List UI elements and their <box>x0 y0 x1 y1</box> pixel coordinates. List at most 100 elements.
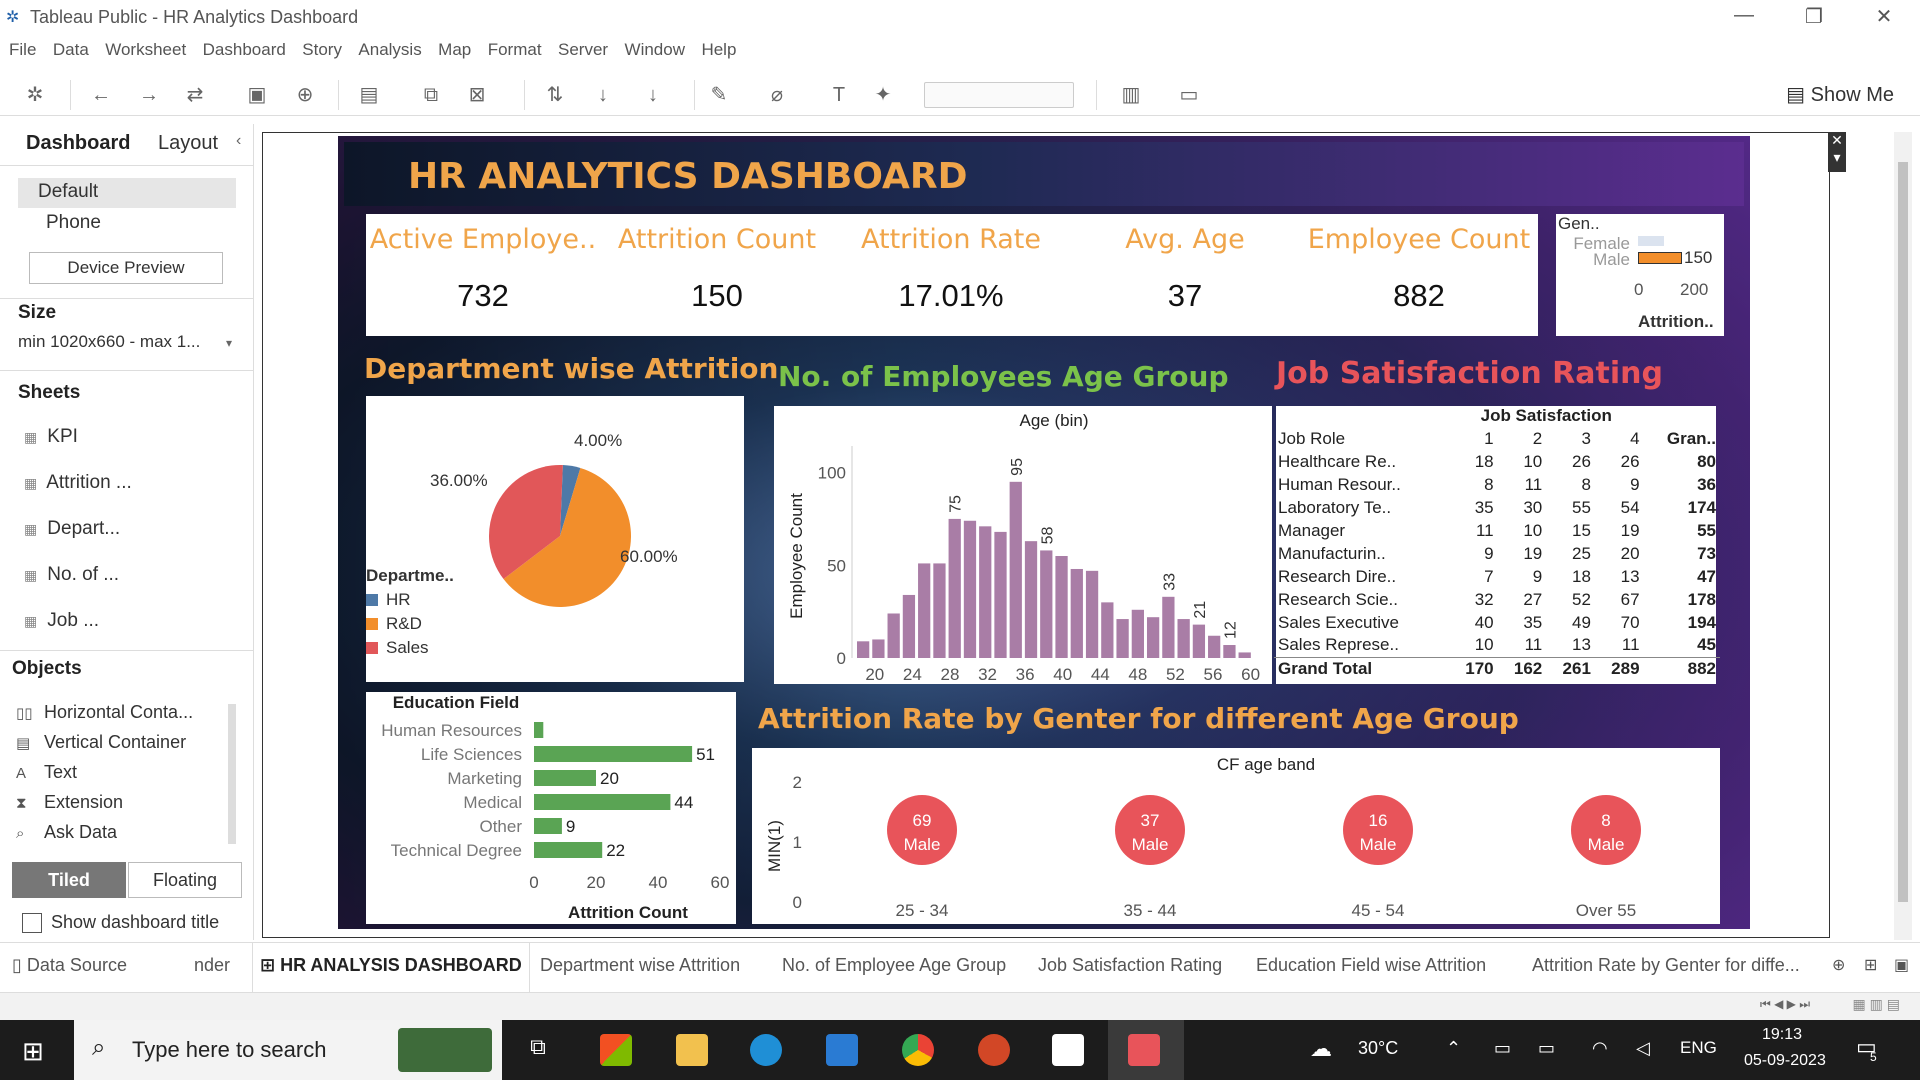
sheet-item[interactable]: ▦ KPI <box>24 426 78 448</box>
female-bar[interactable] <box>1638 236 1664 246</box>
table-row[interactable]: Sales Represe.. 10 11 13 11 45 <box>1274 634 1720 657</box>
gender-age-panel[interactable]: CF age band MIN(1) 0 1 2 69 Male 25 - 34 37 Male 3… <box>752 748 1720 924</box>
age-group-panel[interactable]: Age (bin) Employee Count 0 50 100 75 95 58 33 21 1… <box>774 406 1272 684</box>
clock-time[interactable]: 19:13 <box>1762 1026 1802 1044</box>
gender-attrition-panel[interactable]: Gen.. Female Male 150 0 200 Attrition.. <box>1556 214 1724 336</box>
age-bar[interactable] <box>1101 602 1114 658</box>
task-view-icon[interactable]: ⧉ <box>522 1034 554 1066</box>
tab-department-wise-attrition[interactable]: Department wise Attrition <box>540 955 740 976</box>
canvas-close-icon[interactable]: ✕ ▾ <box>1828 132 1846 172</box>
age-band-bubble[interactable] <box>1571 795 1641 865</box>
new-worksheet-icon[interactable]: ▤ <box>356 82 382 108</box>
chevron-down-icon[interactable]: ▾ <box>226 336 232 350</box>
scrollbar-thumb[interactable] <box>1898 162 1908 902</box>
tableau-public-icon[interactable] <box>1128 1034 1160 1066</box>
tray-chevron-up-icon[interactable]: ⌃ <box>1446 1038 1461 1059</box>
menu-map[interactable]: Map <box>438 36 471 64</box>
age-bar[interactable] <box>933 563 946 658</box>
age-bar[interactable] <box>948 518 961 658</box>
presentation-mode-icon[interactable]: ▭ <box>1176 82 1202 108</box>
job-satisfaction-table[interactable]: Job Satisfaction Job Role 1 2 3 4 Gran.. Healt… <box>1274 404 1720 680</box>
sheet-item[interactable]: ▦ No. of ... <box>24 564 119 586</box>
tab-hr-analysis-dashboard[interactable]: ⊞ HR ANALYSIS DASHBOARD <box>260 955 522 976</box>
clock-date[interactable]: 05-09-2023 <box>1744 1052 1826 1070</box>
education-field-bar-chart[interactable]: Education Field Human Resources Life Scien… <box>366 692 736 924</box>
tab-no-of-employee-age-group[interactable]: No. of Employee Age Group <box>782 955 1006 976</box>
volume-icon[interactable]: ◁ <box>1636 1038 1650 1059</box>
tableau-taskbar-icon[interactable] <box>1052 1034 1084 1066</box>
education-bar[interactable] <box>534 818 562 834</box>
table-total-row[interactable]: Grand Total 170 162 261 289 882 <box>1274 656 1720 680</box>
legend-item-hr[interactable]: HR <box>366 590 454 610</box>
object-text[interactable]: A Text <box>16 762 77 783</box>
menu-format[interactable]: Format <box>488 36 542 64</box>
redo-icon[interactable]: → <box>136 82 162 108</box>
age-bar[interactable] <box>857 641 870 658</box>
weather-temp[interactable]: 30°C <box>1358 1038 1398 1059</box>
tab-education-field-wise-attrition[interactable]: Education Field wise Attrition <box>1256 955 1486 976</box>
age-bar[interactable] <box>1131 609 1144 658</box>
education-field-panel[interactable]: Education Field Human Resources Life Scien… <box>366 692 736 924</box>
group-icon[interactable]: ⌀ <box>764 82 790 108</box>
sheet-item[interactable]: ▦ Job ... <box>24 610 99 632</box>
language-indicator[interactable]: ENG <box>1680 1038 1717 1058</box>
age-bar[interactable] <box>1238 652 1251 658</box>
save-icon[interactable]: ▣ <box>244 82 270 108</box>
new-worksheet-icon[interactable]: ⊕ <box>1832 955 1845 975</box>
age-bar[interactable] <box>979 526 992 658</box>
age-band-bubble[interactable] <box>1343 795 1413 865</box>
table-row[interactable]: Manager 11 10 15 19 55 <box>1274 519 1720 542</box>
duplicate-icon[interactable]: ⧉ <box>418 82 444 108</box>
menu-dashboard[interactable]: Dashboard <box>203 36 286 64</box>
sheet-item[interactable]: ▦ Depart... <box>24 518 120 540</box>
swap-rows-columns-icon[interactable]: ⇅ <box>542 82 568 108</box>
menu-data[interactable]: Data <box>53 36 89 64</box>
new-dashboard-icon[interactable]: ⊞ <box>1864 955 1877 975</box>
tab-data-source[interactable]: ▯ Data Source <box>12 955 127 976</box>
device-preview-button[interactable]: Device Preview <box>29 252 223 284</box>
education-bar[interactable] <box>534 842 603 858</box>
new-data-source-icon[interactable]: ⊕ <box>292 82 318 108</box>
label-icon[interactable]: T <box>826 82 852 108</box>
menu-window[interactable]: Window <box>625 36 685 64</box>
age-bar[interactable] <box>1116 619 1129 658</box>
table-row[interactable]: Human Resour.. 8 11 8 9 36 <box>1274 473 1720 496</box>
fit-dropdown[interactable] <box>924 82 1074 108</box>
powerpoint-icon[interactable] <box>978 1034 1010 1066</box>
new-story-icon[interactable]: ▣ <box>1894 955 1909 975</box>
show-title-checkbox[interactable] <box>22 913 42 933</box>
table-header-row[interactable]: Job Role 1 2 3 4 Gran.. <box>1274 427 1720 450</box>
age-bar[interactable] <box>1146 617 1160 658</box>
device-default[interactable]: Default <box>18 178 236 208</box>
meet-now-icon[interactable]: ▭ <box>1494 1038 1511 1059</box>
tab-job-satisfaction-rating[interactable]: Job Satisfaction Rating <box>1038 955 1222 976</box>
tab-attrition-rate-by-gender[interactable]: Attrition Rate by Genter for diffe... <box>1532 955 1800 976</box>
education-bar[interactable] <box>534 722 544 738</box>
object-ask-data[interactable]: ⌕ Ask Data <box>16 822 117 843</box>
floating-button[interactable]: Floating <box>128 862 242 898</box>
age-bar[interactable] <box>1162 596 1175 658</box>
menu-story[interactable]: Story <box>302 36 342 64</box>
tab-layout[interactable]: Layout <box>158 132 218 155</box>
view-mode-icons[interactable]: ▦ ▥ ▤ <box>1853 996 1900 1013</box>
age-bar[interactable] <box>872 639 885 658</box>
age-bar[interactable] <box>918 563 931 658</box>
highlight-icon[interactable]: ✎ <box>706 82 732 108</box>
object-extension[interactable]: ⧗ Extension <box>16 792 123 813</box>
menu-worksheet[interactable]: Worksheet <box>105 36 186 64</box>
sheet-nav-arrows[interactable]: ⏮ ◀ ▶ ⏭ <box>1760 997 1810 1012</box>
age-band-bubble[interactable] <box>887 795 957 865</box>
tab-dashboard[interactable]: Dashboard <box>26 132 130 155</box>
menu-help[interactable]: Help <box>701 36 736 64</box>
battery-icon[interactable]: ▭ <box>1538 1038 1555 1059</box>
show-me-button[interactable]: ▤ Show Me <box>1786 82 1894 107</box>
sort-descending-icon[interactable]: ↓ <box>640 82 666 108</box>
table-row[interactable]: Manufacturin.. 9 19 25 20 73 <box>1274 542 1720 565</box>
chrome-icon[interactable] <box>902 1034 934 1066</box>
tiled-button[interactable]: Tiled <box>12 862 126 898</box>
dept-pie-panel[interactable]: 4.00% 60.00% 36.00% Departme.. HR R&D Sale… <box>366 396 744 682</box>
sort-ascending-icon[interactable]: ↓ <box>590 82 616 108</box>
device-phone[interactable]: Phone <box>46 212 101 234</box>
table-row[interactable]: Laboratory Te.. 35 30 55 54 174 <box>1274 496 1720 519</box>
age-bar[interactable] <box>1223 645 1236 658</box>
